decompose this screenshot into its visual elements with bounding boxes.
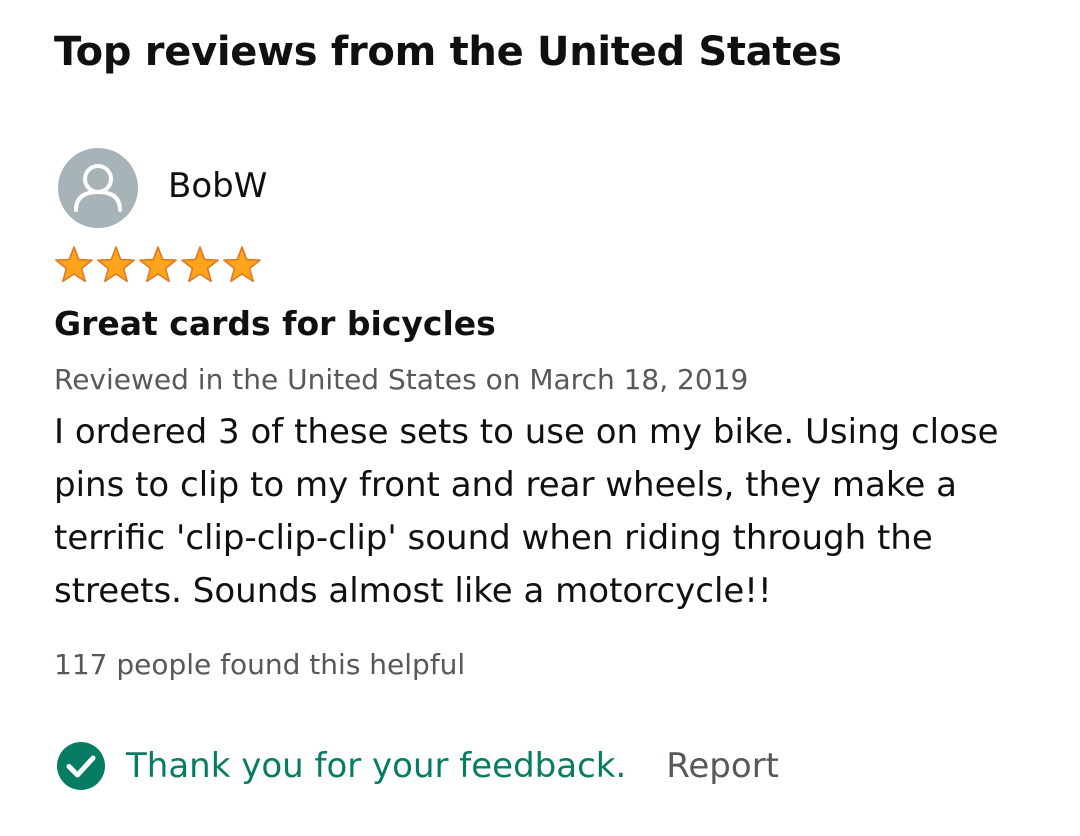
user-silhouette-icon xyxy=(74,164,122,212)
reviewer-name[interactable]: BobW xyxy=(168,166,267,206)
star-icon xyxy=(223,246,261,283)
feedback-thanks-text: Thank you for your feedback. xyxy=(126,746,627,786)
report-link[interactable]: Report xyxy=(666,744,779,788)
helpful-count: 117 people found this helpful xyxy=(54,648,466,681)
star-icon xyxy=(55,246,93,283)
feedback-row: Thank you for your feedback. Report xyxy=(56,740,779,792)
reviewer-profile[interactable]: BobW xyxy=(58,148,267,228)
check-circle-icon xyxy=(57,742,105,790)
review-page: Top reviews from the United States BobW … xyxy=(0,0,1080,836)
star-icon xyxy=(139,246,177,283)
review-title[interactable]: Great cards for bicycles xyxy=(54,302,496,346)
avatar xyxy=(58,148,138,228)
section-title: Top reviews from the United States xyxy=(54,29,842,75)
review-date: Reviewed in the United States on March 1… xyxy=(54,363,749,396)
star-icon xyxy=(181,246,219,283)
review-body: I ordered 3 of these sets to use on my b… xyxy=(54,412,999,611)
star-icon xyxy=(97,246,135,283)
star-rating[interactable] xyxy=(53,245,263,285)
